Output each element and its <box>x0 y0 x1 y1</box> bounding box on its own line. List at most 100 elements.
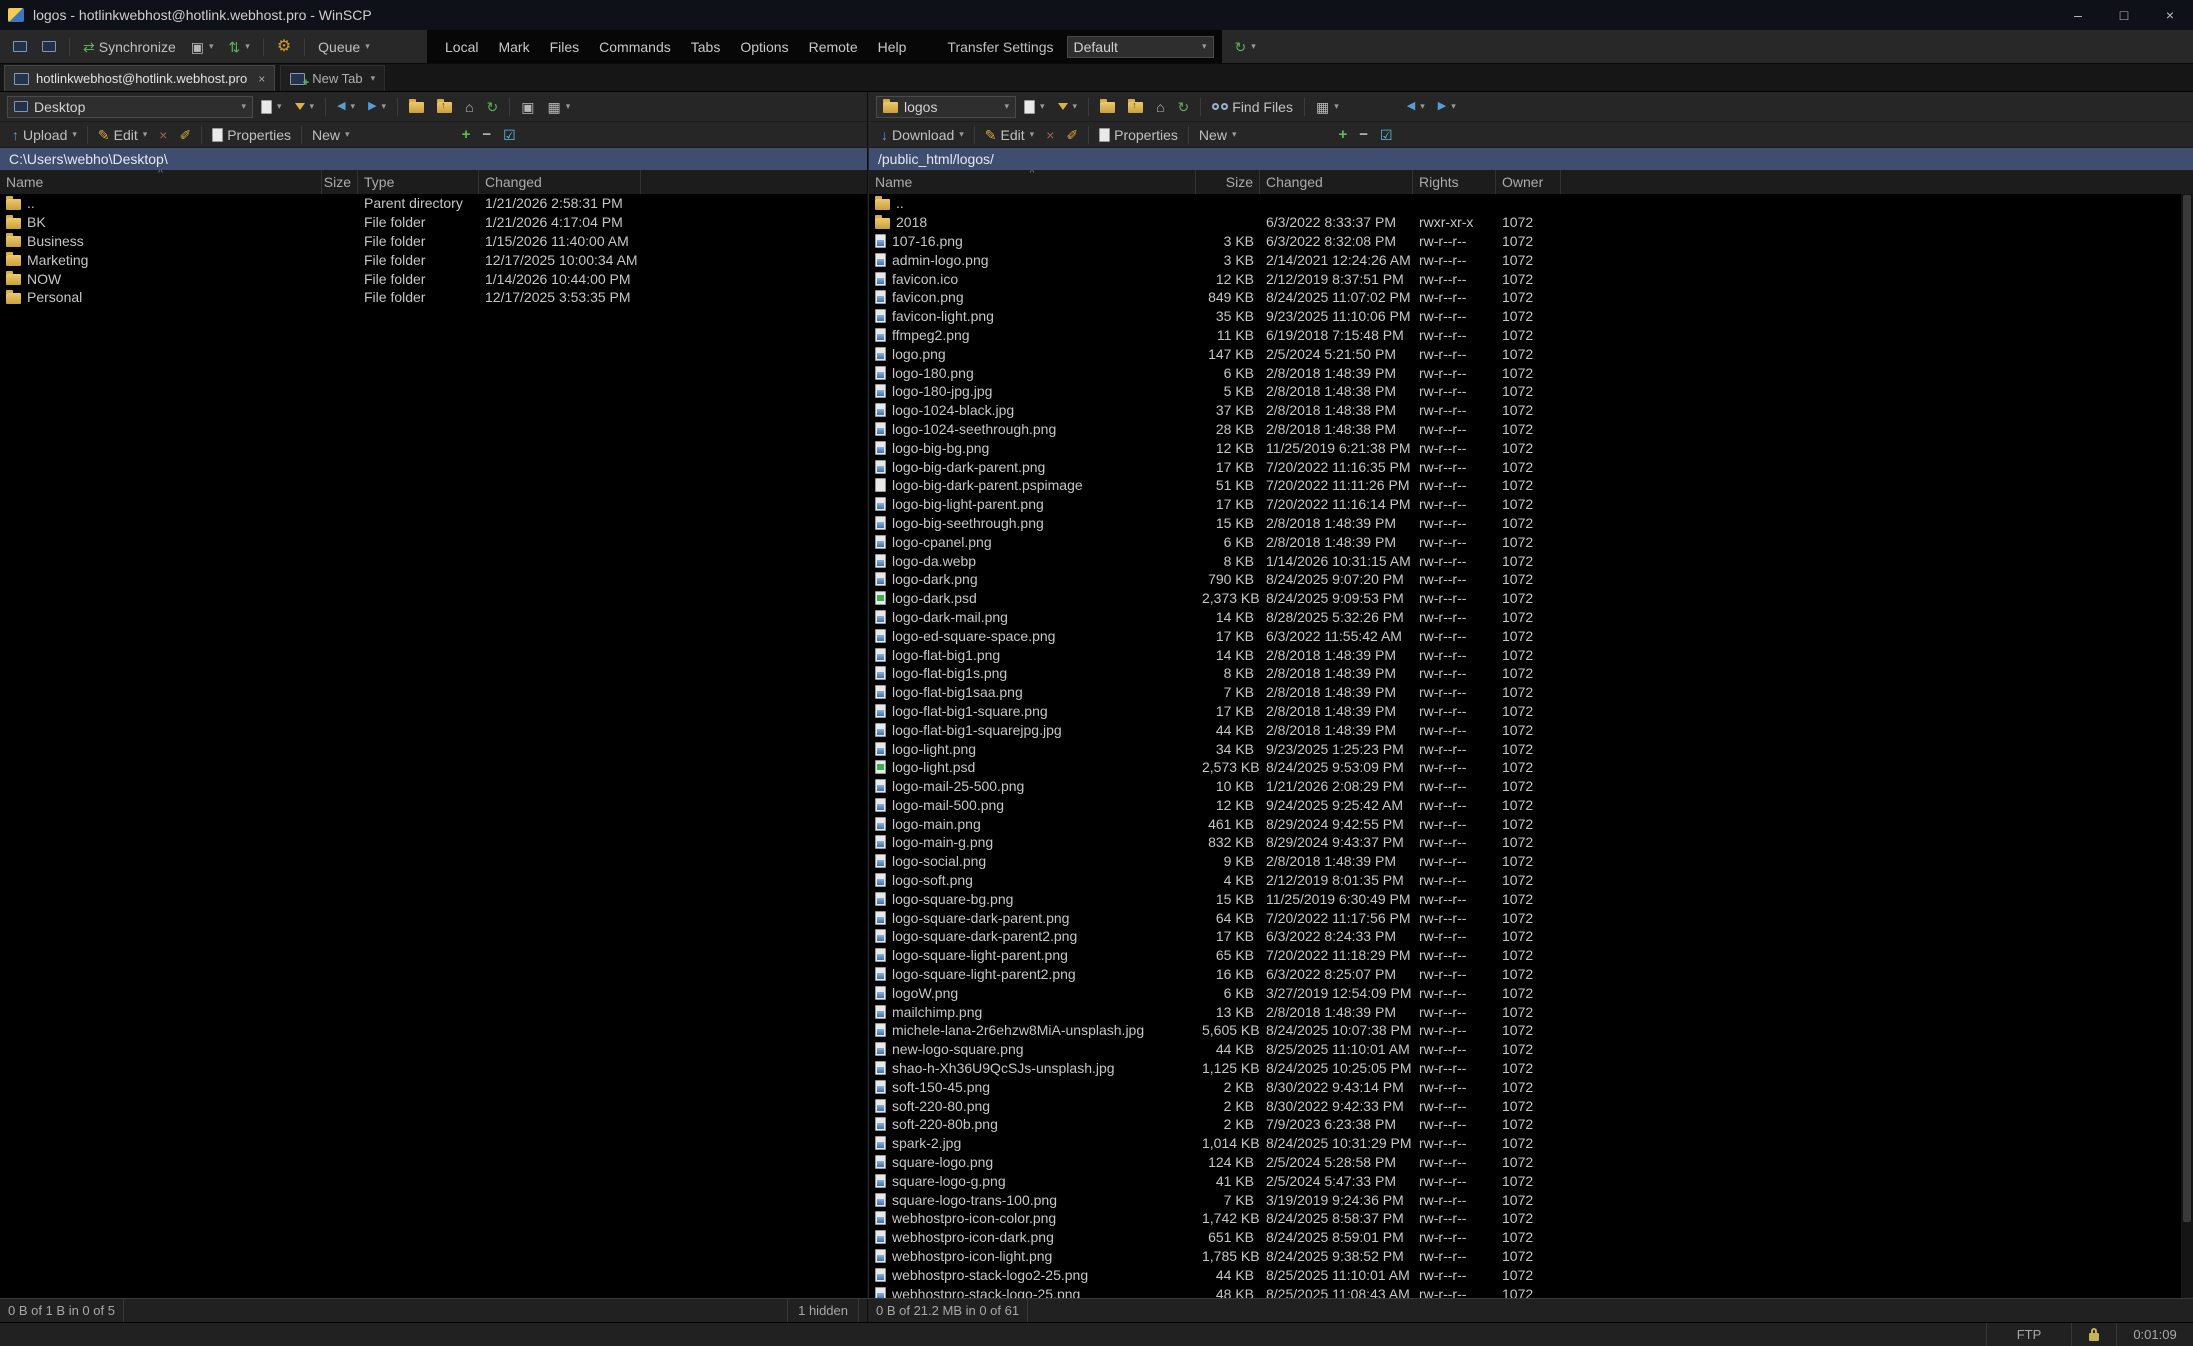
column-header-name[interactable]: Name^ <box>869 170 1196 194</box>
remote-properties-button[interactable]: Properties <box>1094 124 1183 146</box>
remote-path-bar[interactable]: /public_html/logos/ <box>869 148 2193 170</box>
find-files-button[interactable]: Find Files <box>1207 96 1298 118</box>
table-row[interactable]: logo-cpanel.png6 KB2/8/2018 1:48:39 PMrw… <box>869 532 2193 551</box>
local-unselect-button[interactable]: − <box>477 124 496 145</box>
encryption-status[interactable] <box>2071 1323 2116 1346</box>
local-view-style-button[interactable]: ▦ ▾ <box>543 97 576 117</box>
table-row[interactable]: logo-180-jpg.jpg5 KB2/8/2018 1:48:38 PMr… <box>869 382 2193 401</box>
local-drive-selector[interactable]: Desktop ▾ <box>7 96 253 118</box>
table-row[interactable]: PersonalFile folder12/17/2025 3:53:35 PM <box>0 288 867 307</box>
local-path-bar[interactable]: C:\Users\webho\Desktop\ <box>0 148 867 170</box>
remote-unselect-button[interactable]: − <box>1354 124 1373 145</box>
menu-options[interactable]: Options <box>730 34 798 60</box>
table-row[interactable]: michele-lana-2r6ehzw8MiA-unsplash.jpg5,6… <box>869 1021 2193 1040</box>
table-row[interactable]: admin-logo.png3 KB2/14/2021 12:24:26 AMr… <box>869 250 2193 269</box>
table-row[interactable]: logo-1024-seethrough.png28 KB2/8/2018 1:… <box>869 420 2193 439</box>
session-button[interactable] <box>8 38 32 55</box>
table-row[interactable]: NOWFile folder1/14/2026 10:44:00 PM <box>0 269 867 288</box>
remote-back-button[interactable]: ◀ ▾ <box>1402 98 1430 115</box>
local-filter-button[interactable]: ▾ <box>290 99 320 114</box>
table-row[interactable]: .. <box>869 194 2193 213</box>
column-header-owner[interactable]: Owner <box>1496 170 1561 194</box>
upload-button[interactable]: ↑ Upload ▾ <box>7 124 82 146</box>
local-home-button[interactable]: ⌂ <box>460 97 478 117</box>
table-row[interactable]: BKFile folder1/21/2026 4:17:04 PM <box>0 213 867 232</box>
sync-browsing-button[interactable]: ⇅ ▾ <box>224 37 255 57</box>
table-row[interactable]: logo-main.png461 KB8/29/2024 9:42:55 PMr… <box>869 814 2193 833</box>
table-row[interactable]: favicon-light.png35 KB9/23/2025 11:10:06… <box>869 307 2193 326</box>
local-properties-button[interactable]: Properties <box>207 124 296 146</box>
table-row[interactable]: logo-big-bg.png12 KB11/25/2019 6:21:38 P… <box>869 438 2193 457</box>
local-select-button[interactable]: + <box>457 124 476 145</box>
table-row[interactable]: logo-mail-25-500.png10 KB1/21/2026 2:08:… <box>869 777 2193 796</box>
remote-edit-button[interactable]: ✎ Edit ▾ <box>980 124 1039 146</box>
queue-button[interactable]: Queue ▾ <box>313 36 375 58</box>
column-header-type[interactable]: Type <box>358 170 479 194</box>
table-row[interactable]: logo-big-seethrough.png15 KB2/8/2018 1:4… <box>869 514 2193 533</box>
table-row[interactable]: square-logo.png124 KB2/5/2024 5:28:58 PM… <box>869 1153 2193 1172</box>
column-header-size[interactable]: Size <box>322 170 358 194</box>
table-row[interactable]: logo-square-dark-parent2.png17 KB6/3/202… <box>869 927 2193 946</box>
close-tab-icon[interactable]: × <box>258 72 265 86</box>
preferences-button[interactable]: ⚙ <box>272 36 296 58</box>
table-row[interactable]: webhostpro-stack-logo2-25.png44 KB8/25/2… <box>869 1265 2193 1284</box>
table-row[interactable]: logo-social.png9 KB2/8/2018 1:48:39 PMrw… <box>869 852 2193 871</box>
minimize-button[interactable]: – <box>2055 0 2101 30</box>
menu-remote[interactable]: Remote <box>799 34 868 60</box>
remote-refresh-button[interactable]: ↻ <box>1173 97 1195 117</box>
local-open-directory-button[interactable] <box>404 97 429 116</box>
menu-mark[interactable]: Mark <box>488 34 539 60</box>
remote-scrollbar[interactable] <box>2181 194 2193 1298</box>
table-row[interactable]: square-logo-g.png41 KB2/5/2024 5:47:33 P… <box>869 1171 2193 1190</box>
table-row[interactable]: square-logo-trans-100.png7 KB3/19/2019 9… <box>869 1190 2193 1209</box>
remote-select-button[interactable]: + <box>1333 124 1352 145</box>
table-row[interactable]: spark-2.jpg1,014 KB8/24/2025 10:31:29 PM… <box>869 1134 2193 1153</box>
local-parent-directory-button[interactable] <box>432 97 457 116</box>
remote-directory-menu-button[interactable]: ▾ <box>1019 97 1050 117</box>
menu-local[interactable]: Local <box>435 34 488 60</box>
table-row[interactable]: mailchimp.png13 KB2/8/2018 1:48:39 PMrw-… <box>869 1002 2193 1021</box>
column-header-rights[interactable]: Rights <box>1413 170 1496 194</box>
local-back-button[interactable]: ◀ ▾ <box>332 98 360 115</box>
table-row[interactable]: logo-flat-big1-squarejpg.jpg44 KB2/8/201… <box>869 720 2193 739</box>
close-button[interactable]: × <box>2147 0 2193 30</box>
table-row[interactable]: webhostpro-icon-dark.png651 KB8/24/2025 … <box>869 1228 2193 1247</box>
table-row[interactable]: logo-flat-big1saa.png7 KB2/8/2018 1:48:3… <box>869 683 2193 702</box>
table-row[interactable]: logo-soft.png4 KB2/12/2019 8:01:35 PMrw-… <box>869 871 2193 890</box>
table-row[interactable]: logo-light.png34 KB9/23/2025 1:25:23 PMr… <box>869 739 2193 758</box>
new-session-button[interactable] <box>37 38 61 55</box>
remote-open-directory-button[interactable] <box>1095 97 1120 116</box>
table-row[interactable]: logo-dark-mail.png14 KB8/28/2025 5:32:26… <box>869 608 2193 627</box>
local-directory-menu-button[interactable]: ▾ <box>256 97 287 117</box>
table-row[interactable]: 20186/3/2022 8:33:37 PMrwxr-xr-x1072 <box>869 213 2193 232</box>
new-tab-button[interactable]: New Tab ▾ <box>280 65 385 91</box>
table-row[interactable]: webhostpro-icon-light.png1,785 KB8/24/20… <box>869 1247 2193 1266</box>
table-row[interactable]: logo-square-bg.png15 KB11/25/2019 6:30:4… <box>869 889 2193 908</box>
menu-commands[interactable]: Commands <box>589 34 681 60</box>
maximize-button[interactable]: □ <box>2101 0 2147 30</box>
table-row[interactable]: webhostpro-icon-color.png1,742 KB8/24/20… <box>869 1209 2193 1228</box>
menu-help[interactable]: Help <box>868 34 917 60</box>
local-forward-button[interactable]: ▶ ▾ <box>363 98 391 115</box>
local-refresh-button[interactable]: ↻ <box>482 97 504 117</box>
table-row[interactable]: BusinessFile folder1/15/2026 11:40:00 AM <box>0 232 867 251</box>
table-row[interactable]: ..Parent directory1/21/2026 2:58:31 PM <box>0 194 867 213</box>
local-edit-button[interactable]: ✎ Edit ▾ <box>93 124 152 146</box>
table-row[interactable]: logo.png147 KB2/5/2024 5:21:50 PMrw-r--r… <box>869 344 2193 363</box>
column-header-changed[interactable]: Changed <box>479 170 641 194</box>
table-row[interactable]: logo-square-light-parent.png65 KB7/20/20… <box>869 946 2193 965</box>
remote-rename-button[interactable]: ✐ <box>1061 125 1083 145</box>
console-button[interactable]: ▣ ▾ <box>186 37 219 57</box>
table-row[interactable]: logoW.png6 KB3/27/2019 12:54:09 PMrw-r--… <box>869 983 2193 1002</box>
table-row[interactable]: logo-180.png6 KB2/8/2018 1:48:39 PMrw-r-… <box>869 363 2193 382</box>
menu-tabs[interactable]: Tabs <box>681 34 731 60</box>
table-row[interactable]: new-logo-square.png44 KB8/25/2025 11:10:… <box>869 1040 2193 1059</box>
synchronize-button[interactable]: ⇄ Synchronize <box>78 36 181 58</box>
remote-forward-button[interactable]: ▶ ▾ <box>1433 98 1461 115</box>
table-row[interactable]: logo-big-dark-parent.png17 KB7/20/2022 1… <box>869 457 2193 476</box>
table-row[interactable]: logo-dark.png790 KB8/24/2025 9:07:20 PMr… <box>869 570 2193 589</box>
remote-view-style-button[interactable]: ▦ ▾ <box>1311 97 1344 117</box>
table-row[interactable]: soft-220-80b.png2 KB7/9/2023 6:23:38 PMr… <box>869 1115 2193 1134</box>
local-delete-button[interactable]: × <box>154 125 172 145</box>
table-row[interactable]: webhostpro-stack-logo-25.png48 KB8/25/20… <box>869 1284 2193 1298</box>
